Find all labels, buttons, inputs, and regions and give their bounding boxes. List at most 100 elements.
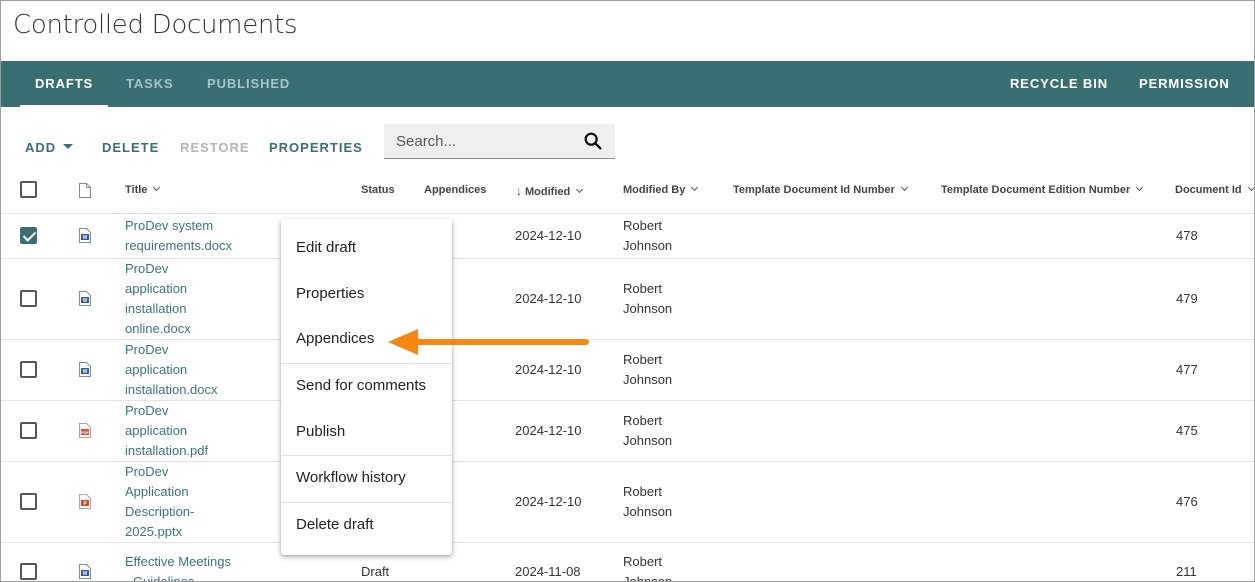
search-icon[interactable]: [582, 130, 604, 152]
status-cell: Draft: [361, 563, 390, 579]
title-line: - Guidelines: [125, 573, 195, 582]
modified-by-line: Robert: [623, 483, 663, 499]
chevron-down-icon: [153, 183, 161, 192]
modified-by-line: Johnson: [623, 503, 673, 519]
row-checkbox[interactable]: [20, 226, 37, 244]
modified-by-cell: Robert Johnson: [623, 552, 672, 582]
modified-by-line: Johnson: [623, 237, 673, 253]
tab-tasks[interactable]: TASKS: [126, 61, 174, 107]
title-line: installation: [125, 300, 187, 316]
select-all-checkbox[interactable]: [20, 181, 37, 198]
modified-by-cell: Robert Johnson: [623, 216, 672, 256]
file-type-icon: [79, 183, 91, 198]
title-line: ProDev: [125, 463, 169, 479]
row-checkbox[interactable]: [20, 360, 37, 378]
col-modified[interactable]: ↓ Modified: [516, 184, 584, 198]
menu-item-properties[interactable]: Properties: [281, 271, 452, 317]
menu-item-publish[interactable]: Publish: [281, 409, 452, 455]
col-status[interactable]: Status: [361, 184, 395, 196]
col-template-id[interactable]: Template Document Id Number: [733, 183, 908, 196]
modified-by-line: Robert: [623, 351, 663, 367]
col-appendices[interactable]: Appendices: [424, 184, 486, 196]
delete-button[interactable]: DELETE: [102, 140, 159, 155]
sort-desc-icon: ↓: [516, 184, 522, 198]
title-line: installation.docx: [125, 381, 218, 397]
add-label: ADD: [25, 140, 57, 155]
title-line: ProDev: [125, 402, 169, 418]
col-template-edition[interactable]: Template Document Edition Number: [941, 183, 1144, 196]
callout-arrow-icon: [388, 329, 589, 355]
chevron-down-icon: [1247, 183, 1254, 192]
document-title-link[interactable]: ProDev application installation.pdf: [125, 401, 245, 461]
svg-text:PDF: PDF: [81, 430, 90, 435]
title-line: online.docx: [125, 320, 191, 336]
word-file-icon: W: [79, 290, 91, 306]
modified-by-line: Johnson: [623, 300, 673, 316]
add-button[interactable]: ADD: [25, 140, 74, 155]
menu-item-delete-draft[interactable]: Delete draft: [281, 502, 452, 548]
document-id-cell: 211: [1176, 563, 1197, 579]
col-template-edition-label: Template Document Edition Number: [941, 184, 1131, 196]
document-title-link[interactable]: ProDev application installation online.docx: [125, 259, 245, 339]
top-navbar: DRAFTS TASKS PUBLISHED RECYCLE BIN PERMI…: [1, 61, 1254, 107]
chevron-down-icon: [1136, 183, 1144, 192]
document-id-cell: 475: [1176, 422, 1198, 438]
modified-by-cell: Robert Johnson: [623, 482, 672, 522]
row-divider: [1, 213, 1254, 214]
col-modified-by-label: Modified By: [623, 184, 686, 196]
menu-item-send-for-comments[interactable]: Send for comments: [281, 363, 452, 409]
title-line: Description-: [125, 503, 195, 519]
row-checkbox[interactable]: [20, 562, 37, 580]
svg-text:W: W: [83, 571, 88, 577]
chevron-down-icon: [576, 185, 584, 194]
row-checkbox[interactable]: [20, 421, 37, 439]
modified-by-cell: Robert Johnson: [623, 411, 672, 451]
col-title-label: Title: [125, 184, 148, 196]
title-line: ProDev: [125, 260, 169, 276]
modified-date-cell: 2024-12-10: [515, 361, 582, 377]
col-template-id-label: Template Document Id Number: [733, 184, 895, 196]
permission-button[interactable]: PERMISSION: [1139, 61, 1230, 107]
tab-drafts[interactable]: DRAFTS: [19, 61, 109, 107]
col-document-id[interactable]: Document Id: [1175, 183, 1254, 196]
modified-by-line: Robert: [623, 280, 663, 296]
modified-date-cell: 2024-11-08: [515, 563, 581, 579]
modified-by-line: Robert: [623, 553, 663, 569]
modified-date-cell: 2024-12-10: [515, 493, 582, 509]
modified-by-line: Johnson: [623, 371, 673, 387]
search-input[interactable]: [396, 131, 576, 151]
recycle-bin-button[interactable]: RECYCLE BIN: [1010, 61, 1108, 107]
menu-item-edit-draft[interactable]: Edit draft: [281, 225, 452, 271]
col-modified-by[interactable]: Modified By: [623, 183, 699, 196]
app-window: Controlled Documents DRAFTS TASKS PUBLIS…: [0, 0, 1255, 582]
document-id-cell: 478: [1176, 227, 1198, 243]
modified-by-line: Robert: [623, 217, 663, 233]
word-file-icon: W: [79, 227, 91, 243]
caret-down-icon: [63, 144, 74, 150]
modified-by-cell: Robert Johnson: [623, 350, 672, 390]
page-title: Controlled Documents: [13, 10, 298, 40]
properties-button[interactable]: PROPERTIES: [269, 140, 363, 155]
chevron-down-icon: [900, 183, 908, 192]
col-modified-label: Modified: [525, 186, 571, 198]
document-title-link[interactable]: Effective Meetings - Guidelines: [125, 552, 245, 582]
modified-by-line: Johnson: [623, 573, 673, 582]
col-title[interactable]: Title: [125, 183, 161, 196]
pdf-file-icon: PDF: [79, 422, 91, 438]
powerpoint-file-icon: P: [79, 493, 91, 509]
tab-published[interactable]: PUBLISHED: [207, 61, 290, 107]
restore-button[interactable]: RESTORE: [180, 140, 250, 155]
modified-by-line: Robert: [623, 412, 663, 428]
document-title-link[interactable]: ProDev application installation.docx: [125, 340, 245, 400]
title-line: application: [125, 280, 188, 296]
row-checkbox[interactable]: [20, 492, 37, 510]
search-box: [384, 124, 615, 159]
title-line: application: [125, 422, 188, 438]
col-document-id-label: Document Id: [1175, 184, 1242, 196]
document-title-link[interactable]: ProDev Application Description- 2025.pptx: [125, 462, 245, 542]
modified-date-cell: 2024-12-10: [515, 227, 582, 243]
menu-item-workflow-history[interactable]: Workflow history: [281, 455, 452, 501]
row-checkbox[interactable]: [20, 289, 37, 307]
svg-text:W: W: [83, 298, 88, 304]
document-title-link[interactable]: ProDev system requirements.docx: [125, 216, 245, 256]
